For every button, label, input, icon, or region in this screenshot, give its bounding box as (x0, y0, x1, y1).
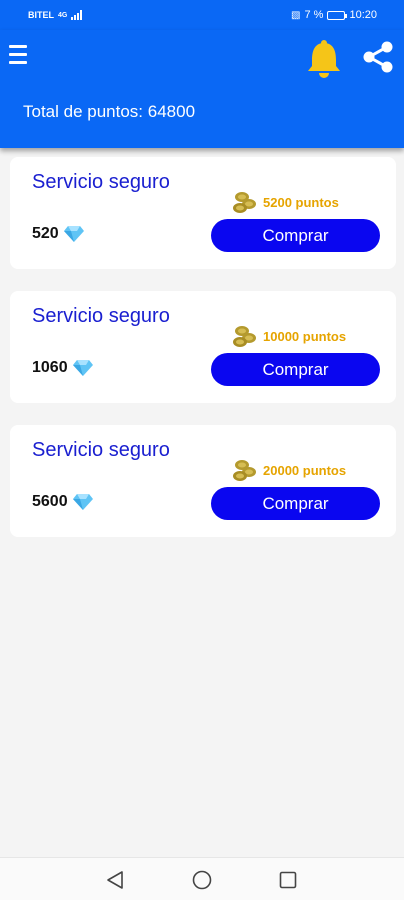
gems-amount: 1060 (32, 359, 68, 376)
home-circle-icon[interactable] (191, 869, 213, 891)
gems-amount: 5600 (32, 493, 68, 510)
clock: 10:20 (349, 9, 377, 21)
price-label: 10000 puntos (263, 328, 347, 344)
diamond-icon (63, 226, 84, 242)
network-label: 4G (58, 11, 68, 19)
back-triangle-icon[interactable] (104, 869, 126, 891)
product-title: Servicio seguro (32, 305, 170, 327)
product-price: 5200 puntos (232, 190, 339, 214)
vibrate-icon: ▧ (291, 9, 301, 21)
diamond-icon (72, 494, 93, 510)
product-title: Servicio seguro (32, 171, 170, 193)
product-gems: 5600 (32, 493, 93, 511)
price-label: 20000 puntos (263, 462, 347, 478)
status-right: ▧ 7 % 10:20 (291, 9, 377, 21)
battery-percent: 7 % (304, 9, 324, 21)
bell-icon[interactable] (305, 38, 343, 78)
coins-icon (233, 460, 256, 481)
status-bar: BITEL 4G ▧ 7 % 10:20 (0, 0, 404, 30)
product-gems: 520 (32, 225, 84, 243)
status-left: BITEL 4G (28, 10, 83, 20)
coins-icon (233, 326, 256, 347)
signal-icon (71, 10, 83, 20)
buy-button[interactable]: Comprar (211, 219, 380, 252)
hamburger-menu-icon[interactable] (9, 45, 27, 67)
recent-apps-square-icon[interactable] (277, 869, 299, 891)
product-price: 10000 puntos (232, 324, 346, 348)
price-label: 5200 puntos (263, 194, 339, 210)
product-card: Servicio seguro 10000 puntos 1060 Compra… (10, 291, 396, 403)
share-icon[interactable] (360, 39, 396, 75)
buy-button[interactable]: Comprar (211, 353, 380, 386)
total-points: Total de puntos: 64800 (23, 102, 196, 121)
product-title: Servicio seguro (32, 439, 170, 461)
product-card: Servicio seguro 20000 puntos 5600 Compra… (10, 425, 396, 537)
buy-button[interactable]: Comprar (211, 487, 380, 520)
app-bar: Total de puntos: 64800 (0, 30, 404, 148)
battery-icon (327, 10, 348, 20)
product-price: 20000 puntos (232, 458, 346, 482)
coins-icon (233, 192, 256, 213)
product-card: Servicio seguro 5200 puntos 520 Comprar (10, 157, 396, 269)
product-gems: 1060 (32, 359, 93, 377)
diamond-icon (72, 360, 93, 376)
system-nav-bar (0, 857, 404, 900)
gems-amount: 520 (32, 225, 59, 242)
carrier-label: BITEL (28, 10, 54, 20)
